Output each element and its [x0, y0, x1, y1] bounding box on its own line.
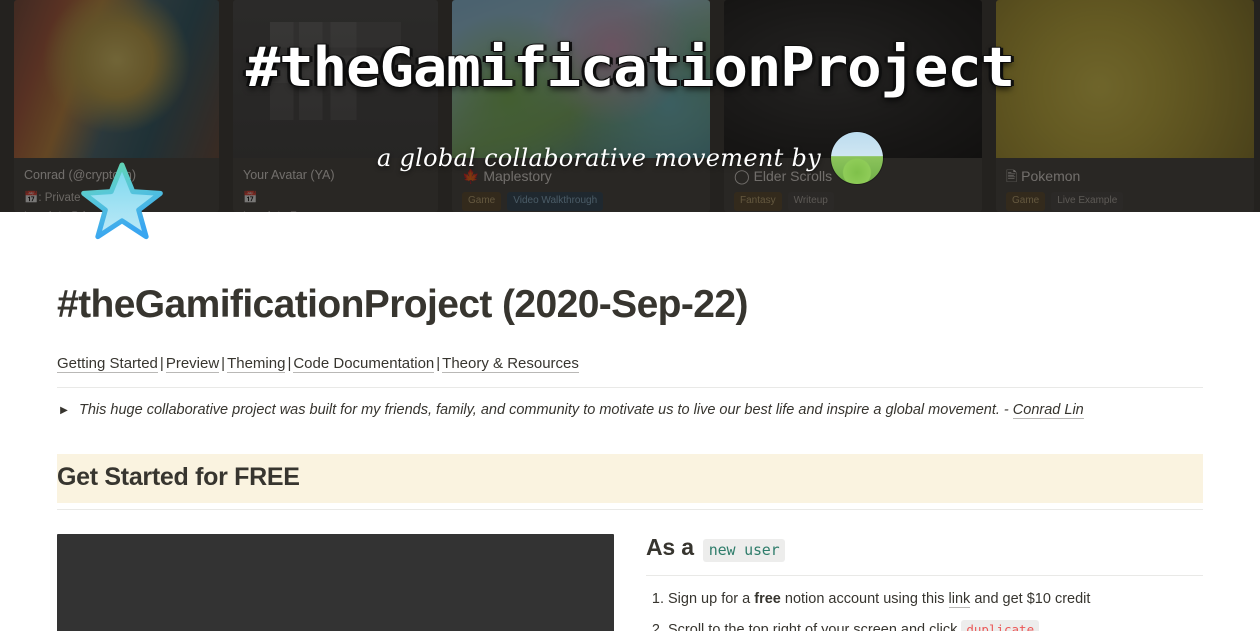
divider [57, 508, 1203, 510]
code-duplicate: duplicate [961, 620, 1040, 631]
list-item: Sign up for a free notion account using … [668, 588, 1203, 610]
nav-separator: | [221, 354, 226, 372]
page-title: #theGamificationProject (2020-Sep-22) [57, 283, 748, 326]
step-text-before: Scroll to the top right of your screen a… [668, 622, 962, 631]
page-cover-banner: Conrad (@cryptolin) 📅: Private Level ♟: … [0, 0, 1260, 212]
step-bold-free: free [754, 590, 781, 607]
heading-as-a-new-user: As a new user [646, 534, 1203, 562]
two-column-layout: As a new user Sign up for a free notion … [57, 533, 1203, 631]
nav-link-theory-resources[interactable]: Theory & Resources [442, 354, 579, 373]
star-icon[interactable] [80, 160, 164, 240]
toggle-text: This huge collaborative project was buil… [79, 400, 1084, 422]
nav-link-getting-started[interactable]: Getting Started [57, 354, 158, 373]
nav-link-code-documentation[interactable]: Code Documentation [293, 354, 435, 373]
content-column: #theGamificationProject (2020-Sep-22) Ge… [57, 282, 1203, 631]
banner-overlay-scrim [0, 0, 1260, 212]
code-new-user: new user [702, 538, 786, 562]
nav-separator: | [159, 354, 164, 372]
toggle-quote: This huge collaborative project was buil… [79, 402, 1013, 419]
step-text-middle: notion account using this [780, 590, 949, 607]
signup-link[interactable]: link [948, 590, 971, 608]
left-column [57, 533, 614, 631]
page-body: #theGamificationProject (2020-Sep-22) Ge… [0, 282, 1260, 631]
chevron-right-icon[interactable]: ▶ [57, 400, 71, 422]
right-column: As a new user Sign up for a free notion … [646, 534, 1203, 631]
nav-link-theming[interactable]: Theming [227, 354, 286, 373]
step-text-before: Sign up for a [668, 590, 755, 607]
video-embed[interactable] [57, 533, 614, 631]
steps-list: Sign up for a free notion account using … [646, 588, 1203, 631]
nav-separator: | [436, 354, 441, 372]
divider [646, 574, 1203, 576]
section-heading-get-started: Get Started for FREE [57, 454, 1203, 503]
step-text-after: and get $10 credit [970, 590, 1091, 607]
heading-prefix: As a [646, 533, 694, 560]
divider [57, 387, 1203, 389]
list-item: Scroll to the top right of your screen a… [668, 619, 1203, 631]
author-link[interactable]: Conrad Lin [1012, 402, 1084, 420]
toggle-block[interactable]: ▶ This huge collaborative project was bu… [57, 400, 1203, 422]
nav-links: Getting Started | Preview | Theming | Code Doc… [57, 353, 1203, 376]
nav-link-preview[interactable]: Preview [165, 354, 220, 373]
